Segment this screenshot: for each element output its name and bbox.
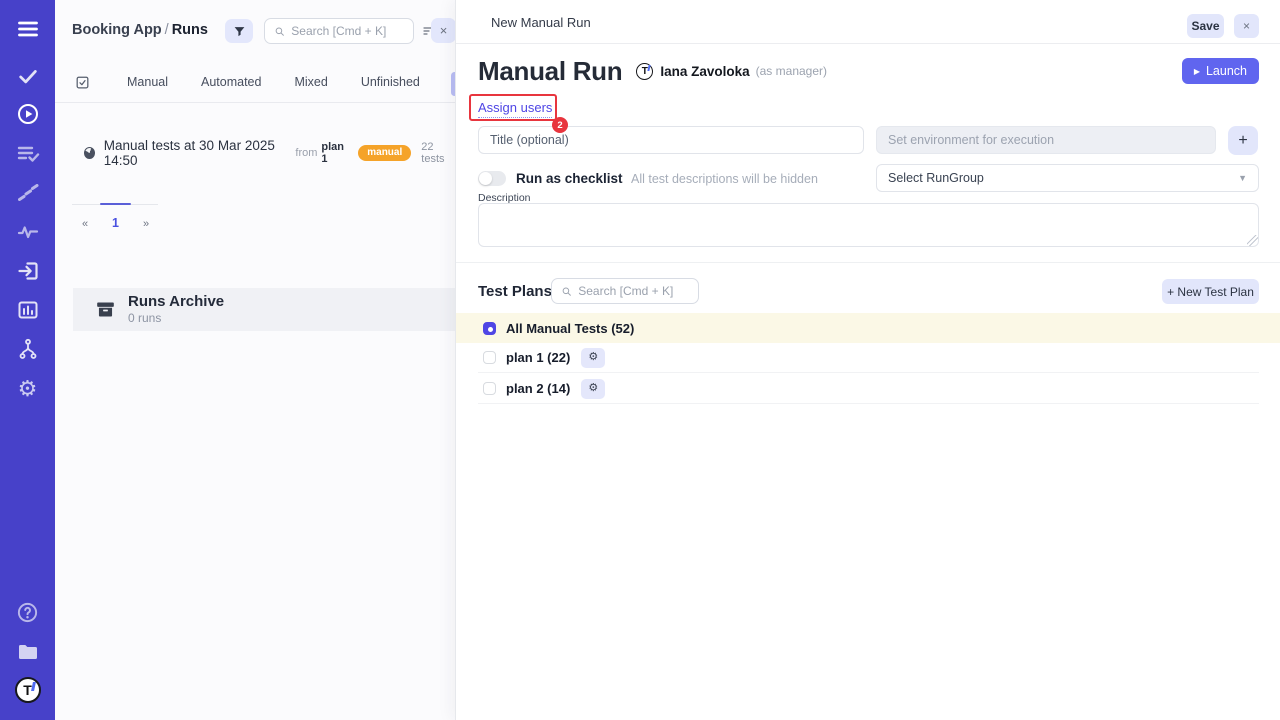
test-plans-search-input[interactable] (578, 284, 689, 298)
owner-name: Iana Zavoloka (660, 64, 749, 79)
test-plan-label: All Manual Tests (52) (506, 321, 634, 336)
filter-icon (233, 25, 246, 38)
environment-input[interactable] (876, 126, 1216, 154)
plan-settings-gear-icon[interactable]: ⚙ (581, 379, 605, 399)
annotation-step-badge: 2 (552, 117, 568, 133)
test-plan-row-all[interactable]: All Manual Tests (52) (456, 313, 1280, 343)
pagination-next[interactable]: » (143, 218, 149, 230)
new-test-plan-button[interactable]: + New Test Plan (1162, 279, 1259, 304)
check-icon[interactable] (0, 63, 55, 89)
test-plans-heading: Test Plans (478, 283, 552, 300)
list-check-icon[interactable] (0, 141, 55, 167)
checkbox-unchecked[interactable] (483, 382, 496, 395)
pagination-active-indicator (100, 203, 131, 205)
panel-close-button[interactable]: × (431, 18, 456, 43)
breadcrumb-current: Runs (172, 22, 208, 38)
run-tests-count: 22 tests (421, 141, 455, 165)
branch-icon[interactable] (0, 336, 55, 362)
run-status-pie-icon (84, 147, 95, 159)
assign-users-link[interactable]: Assign users (478, 100, 552, 118)
folder-icon[interactable] (0, 639, 55, 665)
steps-icon[interactable] (0, 180, 55, 206)
checklist-hint: All test descriptions will be hidden (631, 172, 818, 186)
checkbox-checked[interactable] (483, 322, 496, 335)
add-environment-button[interactable]: + (1228, 126, 1258, 155)
checkbox-unchecked[interactable] (483, 351, 496, 364)
breadcrumb: Booking App/Runs (72, 22, 208, 38)
rungroup-select[interactable]: Select RunGroup ▼ (876, 164, 1259, 192)
test-plans-search[interactable] (551, 278, 699, 304)
archive-box-icon (95, 299, 116, 320)
test-plan-row-2[interactable]: plan 2 (14) ⚙ (478, 374, 1259, 404)
runs-tabs: Manual Automated Mixed Unfinished Groups (55, 62, 455, 103)
run-title: Manual tests at 30 Mar 2025 14:50 (104, 138, 287, 168)
run-plan-name: plan 1 (321, 141, 349, 165)
search-icon (561, 285, 572, 298)
pagination-prev[interactable]: « (82, 218, 88, 230)
tab-manual[interactable]: Manual (127, 75, 168, 89)
page-title: Manual Run (478, 56, 622, 87)
select-all-checklist-icon[interactable] (75, 75, 90, 90)
filter-button[interactable] (225, 19, 253, 43)
archive-text: Runs Archive 0 runs (128, 294, 224, 325)
tab-mixed[interactable]: Mixed (294, 75, 327, 89)
logo-t-icon[interactable]: T (0, 677, 55, 703)
save-button[interactable]: Save (1187, 14, 1224, 38)
launch-button[interactable]: ▶ Launch (1182, 58, 1259, 84)
run-list-item[interactable]: Manual tests at 30 Mar 2025 14:50 from p… (55, 140, 455, 166)
tab-unfinished[interactable]: Unfinished (361, 75, 420, 89)
launch-label: Launch (1206, 64, 1247, 78)
rungroup-value: Select RunGroup (888, 171, 984, 185)
runs-panel-header: Booking App/Runs × (55, 0, 455, 62)
help-icon[interactable] (0, 599, 55, 625)
menu-icon[interactable] (0, 16, 55, 42)
archive-title: Runs Archive (128, 294, 224, 311)
breadcrumb-project[interactable]: Booking App (72, 22, 162, 38)
run-type-badge: manual (358, 145, 411, 161)
modal-header-title: New Manual Run (491, 15, 591, 30)
description-textarea[interactable] (478, 203, 1259, 247)
bar-chart-icon[interactable] (0, 297, 55, 323)
archive-count: 0 runs (128, 311, 224, 325)
pagination-page-1[interactable]: 1 (112, 216, 119, 230)
play-circle-icon[interactable] (0, 101, 55, 127)
chevron-down-icon: ▼ (1238, 173, 1247, 183)
new-manual-run-panel: New Manual Run Save × Manual Run T Iana … (455, 0, 1280, 720)
run-title-input[interactable] (478, 126, 864, 154)
run-title-row: Manual Run T Iana Zavoloka (as manager) … (478, 56, 1259, 86)
runs-list-panel: Booking App/Runs × Manual Automated Mixe… (55, 0, 455, 720)
import-icon[interactable] (0, 258, 55, 284)
run-from-label: from (295, 147, 317, 159)
runs-search-input[interactable] (291, 24, 404, 38)
runs-search[interactable] (264, 18, 414, 44)
tab-automated[interactable]: Automated (201, 75, 261, 89)
app-sidebar: ⚙ T (0, 0, 55, 720)
breadcrumb-separator: / (162, 22, 172, 38)
play-icon: ▶ (1194, 67, 1200, 76)
modal-close-button[interactable]: × (1234, 14, 1259, 38)
test-plan-row-1[interactable]: plan 1 (22) ⚙ (478, 343, 1259, 373)
run-as-checklist-toggle[interactable] (478, 171, 506, 186)
test-plan-label: plan 2 (14) (506, 381, 570, 396)
owner-role: (as manager) (756, 64, 827, 78)
activity-icon[interactable] (0, 219, 55, 245)
settings-gear-icon[interactable]: ⚙ (0, 376, 55, 402)
checklist-label: Run as checklist (516, 171, 623, 186)
test-plan-label: plan 1 (22) (506, 350, 570, 365)
search-icon (274, 25, 285, 38)
plan-settings-gear-icon[interactable]: ⚙ (581, 348, 605, 368)
runs-archive-row[interactable]: Runs Archive 0 runs (73, 288, 455, 331)
modal-header: New Manual Run Save × (456, 0, 1280, 44)
owner-avatar: T (636, 63, 653, 80)
section-divider (456, 262, 1280, 263)
